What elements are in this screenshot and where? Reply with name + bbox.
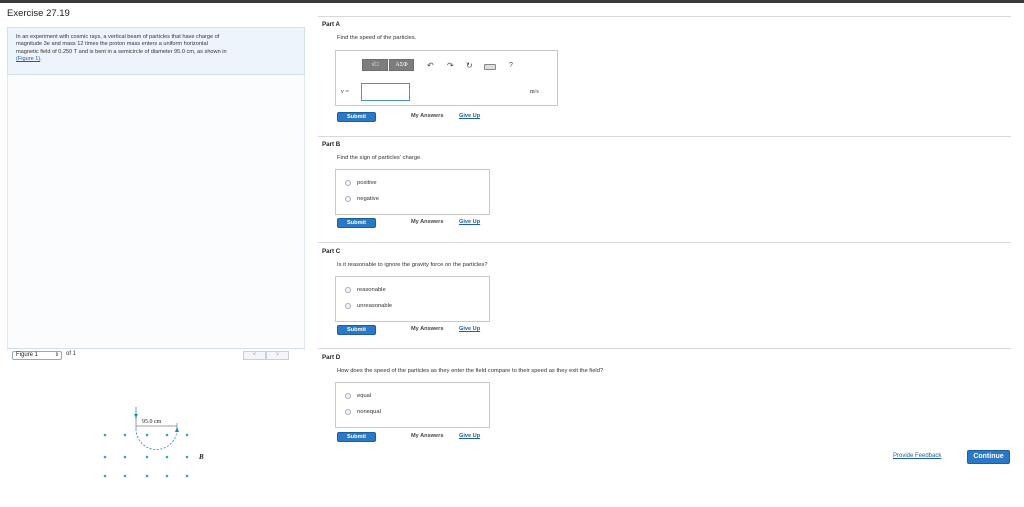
templates-button[interactable]: √□: [362, 59, 388, 71]
part-b-choices: [335, 169, 490, 215]
part-b-submit-button[interactable]: Submit: [337, 218, 376, 228]
top-border: [0, 0, 1024, 3]
redo-icon[interactable]: ↷: [447, 61, 454, 70]
speed-variable-label: v =: [341, 89, 350, 95]
figure-next-button[interactable]: >: [266, 351, 289, 360]
problem-line-1: In an experiment with cosmic rays, a ver…: [16, 34, 220, 40]
part-d-divider: [318, 348, 1011, 349]
part-d-submit-button[interactable]: Submit: [337, 432, 376, 442]
exercise-title: Exercise 27.19: [7, 8, 70, 19]
symbols-button[interactable]: ΑΣΦ: [389, 59, 414, 71]
radio-button[interactable]: [345, 196, 351, 202]
problem-statement: In an experiment with cosmic rays, a ver…: [7, 27, 305, 75]
figure-prev-button[interactable]: <: [243, 351, 266, 360]
part-d-my-answers-link[interactable]: My Answers: [411, 433, 443, 439]
part-c-title: Part C: [322, 248, 341, 255]
part-c-question: Is it reasonable to ignore the gravity f…: [337, 262, 488, 268]
option-nonequal[interactable]: nonequal: [345, 409, 381, 415]
field-dot: [185, 433, 189, 437]
problem-line-3: magnetic field of 0.250 T and is bent in…: [16, 48, 227, 55]
part-c-choices: [335, 276, 490, 322]
field-dot: [103, 455, 107, 459]
part-d-choices: [335, 382, 490, 428]
radio-button[interactable]: [345, 287, 351, 293]
radio-button[interactable]: [345, 409, 351, 415]
field-dot: [165, 433, 169, 437]
field-dot: [123, 455, 127, 459]
figure-link-suffix: .: [40, 55, 42, 62]
reset-icon[interactable]: ↻: [466, 61, 473, 70]
keyboard-icon[interactable]: [484, 64, 496, 70]
part-b-my-answers-link[interactable]: My Answers: [411, 219, 443, 225]
part-c-divider: [318, 242, 1011, 243]
beam-out-arrow-icon: [175, 427, 179, 432]
figure-link[interactable]: (Figure 1): [16, 56, 40, 62]
part-a-title: Part A: [322, 21, 340, 28]
figure-count: of 1: [66, 351, 77, 357]
part-b-title: Part B: [322, 141, 341, 148]
provide-feedback-link[interactable]: Provide Feedback: [893, 453, 941, 459]
option-unreasonable[interactable]: unreasonable: [345, 303, 392, 309]
field-dots: [103, 433, 189, 478]
option-label: nonequal: [357, 409, 381, 415]
part-d-give-up-link[interactable]: Give Up: [459, 433, 480, 439]
part-b-give-up-link[interactable]: Give Up: [459, 219, 480, 225]
field-dot: [185, 455, 189, 459]
part-a-my-answers-link[interactable]: My Answers: [411, 113, 443, 119]
option-label: positive: [357, 180, 377, 186]
part-b-divider: [318, 136, 1011, 137]
radio-button[interactable]: [345, 393, 351, 399]
field-dot: [185, 474, 189, 478]
option-positive[interactable]: positive: [345, 180, 377, 186]
field-dot: [165, 474, 169, 478]
problem-text: In an experiment with cosmic rays, a ver…: [16, 34, 298, 63]
problem-line-2: magnitude 3e and mass 12 times the proto…: [16, 41, 208, 48]
semicircle-path: [135, 428, 178, 450]
figure-select-value: Figure 1: [16, 352, 39, 358]
field-dot: [123, 433, 127, 437]
field-dot: [145, 455, 149, 459]
part-a-submit-button[interactable]: Submit: [337, 112, 376, 122]
option-label: equal: [357, 393, 372, 399]
help-icon[interactable]: ?: [509, 62, 513, 69]
diameter-label: 95.0 cm: [142, 419, 162, 425]
speed-unit: m/s: [530, 89, 539, 95]
option-equal[interactable]: equal: [345, 393, 371, 399]
field-dot: [123, 474, 127, 478]
option-label: negative: [357, 196, 379, 202]
field-dot: [103, 433, 107, 437]
beam-in-arrow-icon: [134, 414, 138, 418]
part-a-give-up-link[interactable]: Give Up: [459, 113, 480, 119]
left-panel-body: [7, 75, 305, 350]
option-negative[interactable]: negative: [345, 196, 379, 202]
part-c-give-up-link[interactable]: Give Up: [459, 326, 480, 332]
figure-diagram: 95.0 cm B: [103, 407, 204, 478]
part-a-divider: [318, 16, 1011, 17]
option-reasonable[interactable]: reasonable: [345, 287, 386, 293]
field-dot: [165, 455, 169, 459]
part-d-question: How does the speed of the particles as t…: [337, 368, 604, 374]
math-toolbar: √□ ΑΣΦ: [362, 59, 414, 71]
figure-pager: < >: [243, 351, 289, 360]
part-c-my-answers-link[interactable]: My Answers: [411, 326, 443, 332]
speed-input[interactable]: [361, 83, 410, 101]
undo-icon[interactable]: ↶: [427, 61, 434, 70]
field-dot: [145, 474, 149, 478]
radio-button[interactable]: [345, 180, 351, 186]
field-dot: [103, 474, 107, 478]
part-c-submit-button[interactable]: Submit: [337, 325, 376, 335]
option-label: unreasonable: [357, 303, 393, 309]
part-a-question: Find the speed of the particles.: [337, 35, 417, 41]
field-dot: [145, 433, 149, 437]
figure-select[interactable]: Figure 1 ⇕: [12, 351, 62, 360]
part-d-title: Part D: [322, 354, 341, 361]
part-b-question: Find the sign of particles' charge.: [337, 155, 422, 161]
field-label: B: [198, 453, 204, 461]
continue-button[interactable]: Continue: [967, 450, 1010, 464]
option-label: reasonable: [357, 287, 386, 293]
radio-button[interactable]: [345, 303, 351, 309]
select-arrows-icon: ⇕: [54, 352, 59, 358]
